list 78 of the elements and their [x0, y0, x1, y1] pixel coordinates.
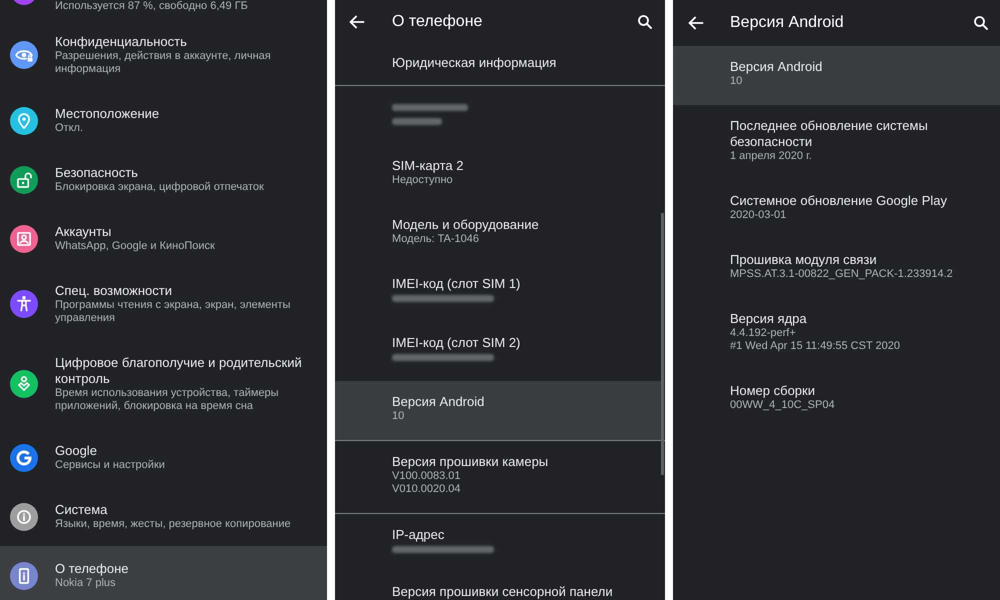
settings-item[interactable]: Используется 87 %, свободно 6,49 ГБ [0, 0, 327, 19]
item-summary: Блокировка экрана, цифровой отпечаток [55, 181, 265, 194]
item-summary: Разрешения, действия в аккаунте, личная информация [55, 50, 272, 76]
redacted-text [392, 118, 442, 125]
item-summary: WhatsApp, Google и КиноПоиск [55, 240, 216, 253]
item-title: Юридическая информация [392, 55, 558, 71]
item-title: Версия прошивки камеры [392, 454, 550, 470]
settings-item[interactable]: Версия прошивки камеры V100.0083.01 V010.0020.04 [335, 441, 661, 513]
settings-item[interactable]: Юридическая информация [335, 44, 661, 85]
search-icon[interactable] [638, 15, 652, 29]
settings-item[interactable]: Системное обновление Google Play 2020-03-01 [673, 180, 1000, 239]
search-icon[interactable] [974, 16, 988, 30]
settings-item[interactable]: Google Сервисы и настройки [0, 428, 327, 487]
item-title: Google [55, 443, 98, 459]
settings-item[interactable]: IMEI-код (слот SIM 2) [335, 322, 661, 381]
settings-item[interactable]: Версия Android 10 [673, 46, 1000, 105]
item-title: IP-адрес [392, 527, 446, 543]
item-title: Версия Android [730, 59, 824, 75]
back-arrow-icon[interactable] [349, 14, 365, 30]
item-title: Конфиденциальность [55, 34, 188, 50]
item-summary: Недоступно [392, 174, 454, 187]
item-title: SIM-карта 2 [392, 158, 464, 174]
settings-item[interactable]: Версия ядра 4.4.192-perf+ #1 Wed Apr 15 11:49:55 CST 2020 [673, 298, 1000, 370]
settings-item[interactable]: Последнее обновление системы безопасности 1 апреля 2020 г. [673, 105, 1000, 180]
item-title: Спец. возможности [55, 283, 173, 299]
settings-item[interactable]: Аккаунты WhatsApp, Google и КиноПоиск [0, 209, 327, 268]
item-title: Аккаунты [55, 224, 112, 240]
item-summary: Откл. [55, 122, 84, 135]
item-summary: 10 [730, 75, 744, 88]
item-summary: V100.0083.01 [392, 470, 462, 483]
settings-item[interactable]: Версия Android 10 [335, 381, 661, 440]
item-title: Системное обновление Google Play [730, 193, 948, 209]
item-title: О телефоне [55, 561, 130, 577]
item-title: Версия ядра [730, 311, 808, 327]
item-title: Версия прошивки сенсорной панели [392, 584, 614, 600]
item-title: Система [55, 502, 108, 518]
item-summary: 00WW_4_10C_SP04 [730, 399, 836, 412]
settings-item[interactable]: IP-адрес [335, 514, 661, 573]
item-summary: Время использования устройства, таймеры приложений, блокировка на время сна [55, 387, 280, 413]
settings-item[interactable]: Система Языки, время, жесты, резервное копирование [0, 487, 327, 546]
item-title: Версия Android [392, 394, 486, 410]
item-title: IMEI-код (слот SIM 1) [392, 276, 522, 292]
item-title: Прошивка модуля связи [730, 252, 878, 268]
settings-item[interactable]: Местоположение Откл. [0, 91, 327, 150]
settings-item[interactable]: Конфиденциальность Разрешения, действия в аккаунте, личная информация [0, 19, 327, 91]
item-summary: #1 Wed Apr 15 11:49:55 CST 2020 [730, 340, 902, 353]
settings-item[interactable]: SIM-карта 2 Недоступно [335, 145, 661, 204]
item-summary: Модель: TA-1046 [392, 233, 480, 246]
item-summary: Программы чтения с экрана, экран, элементы управления [55, 299, 292, 325]
item-summary: MPSS.AT.3.1-00822_GEN_PACK-1.233914.2 [730, 268, 954, 281]
settings-item[interactable]: Версия прошивки сенсорной панели [335, 573, 661, 600]
settings-item[interactable]: Модель и оборудование Модель: TA-1046 [335, 204, 661, 263]
item-summary: 4.4.192-perf+ [730, 327, 797, 340]
settings-item[interactable]: О телефоне Nokia 7 plus [0, 546, 327, 600]
item-summary: 1 апреля 2020 г. [730, 150, 813, 163]
item-summary: V010.0020.04 [392, 483, 462, 496]
settings-item[interactable]: Прошивка модуля связи MPSS.AT.3.1-00822_GEN_PACK-1.233914.2 [673, 239, 1000, 298]
item-title: Безопасность [55, 165, 139, 181]
settings-item[interactable]: Цифровое благополучие и родительский контроль Время использования устройства, таймеры приложений, блокировка на время сна [0, 340, 327, 428]
settings-item[interactable]: IMEI-код (слот SIM 1) [335, 263, 661, 322]
screen-title: О телефоне [392, 12, 484, 32]
settings-item[interactable]: Спец. возможности Программы чтения с экрана, экран, элементы управления [0, 268, 327, 340]
item-title: Модель и оборудование [392, 217, 540, 233]
item-title: Номер сборки [730, 383, 816, 399]
back-arrow-icon[interactable] [688, 15, 704, 31]
item-summary: Nokia 7 plus [55, 577, 117, 590]
item-title: Цифровое благополучие и родительский контроль [55, 355, 303, 387]
item-title: Последнее обновление системы безопасности [730, 118, 929, 150]
settings-item[interactable]: Номер сборки 00WW_4_10C_SP04 [673, 370, 1000, 429]
item-summary: 10 [392, 410, 406, 423]
item-title: Местоположение [55, 106, 160, 122]
item-summary: Языки, время, жесты, резервное копирование [55, 518, 292, 531]
item-title: IMEI-код (слот SIM 2) [392, 335, 522, 351]
item-summary: Используется 87 %, свободно 6,49 ГБ [55, 0, 249, 13]
item-summary: 2020-03-01 [730, 209, 788, 222]
settings-item[interactable]: Безопасность Блокировка экрана, цифровой отпечаток [0, 150, 327, 209]
item-summary: Сервисы и настройки [55, 459, 166, 472]
screen-title: Версия Android [730, 13, 845, 33]
